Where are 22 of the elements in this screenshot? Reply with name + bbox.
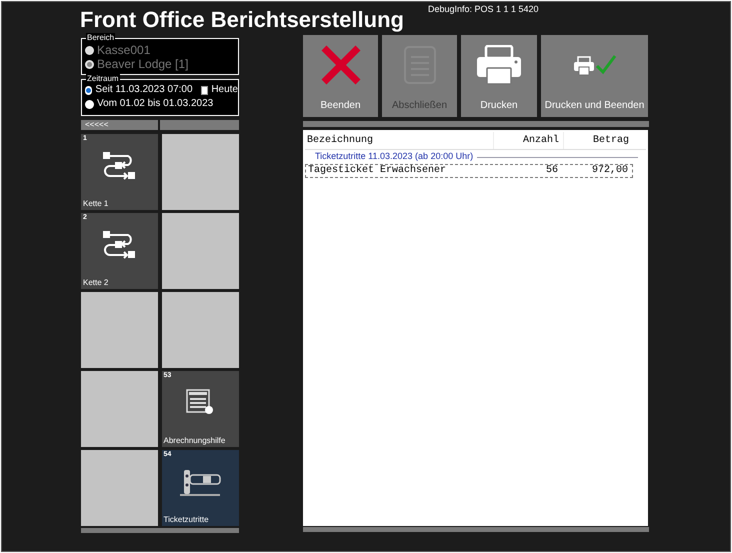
group-label: Zeitraum — [86, 74, 120, 84]
report-row[interactable]: Tagesticket Erwachsener 56 972,00 — [305, 164, 633, 178]
group-header: Ticketzutritte 11.03.2023 (ab 20:00 Uhr) — [315, 150, 474, 164]
group-label: Bereich — [86, 33, 116, 43]
toolbar-button[interactable]: Drucken — [461, 35, 537, 117]
toolbar-button[interactable]: Beenden — [303, 35, 378, 117]
tile-label: Abrechnungshilfe — [164, 436, 226, 446]
radio-label: Seit 11.03.2023 07:00 — [95, 84, 193, 96]
toolbar-button[interactable]: Drucken und Beenden — [541, 35, 648, 117]
window-title: Front Office Berichtserstellung — [80, 7, 404, 33]
radio-label: Vom 01.02 bis 01.03.2023 — [97, 98, 214, 110]
radio-label: Beaver Lodge [1] — [97, 58, 188, 70]
tile-label: Kette 2 — [83, 278, 108, 288]
column-header: Bezeichnung — [306, 134, 374, 148]
tile-label: Ticketzutritte — [164, 515, 209, 525]
column-header: Anzahl — [493, 132, 563, 149]
debug-info: DebugInfo: POS 1 1 1 5420 — [428, 4, 539, 14]
column-header: Betrag — [563, 132, 633, 149]
checkbox-label: Heute — [211, 84, 238, 96]
tile-label: Kette 1 — [83, 199, 108, 209]
radio-label: Kasse001 — [97, 44, 150, 56]
back-button[interactable]: <<<<< — [81, 120, 158, 130]
